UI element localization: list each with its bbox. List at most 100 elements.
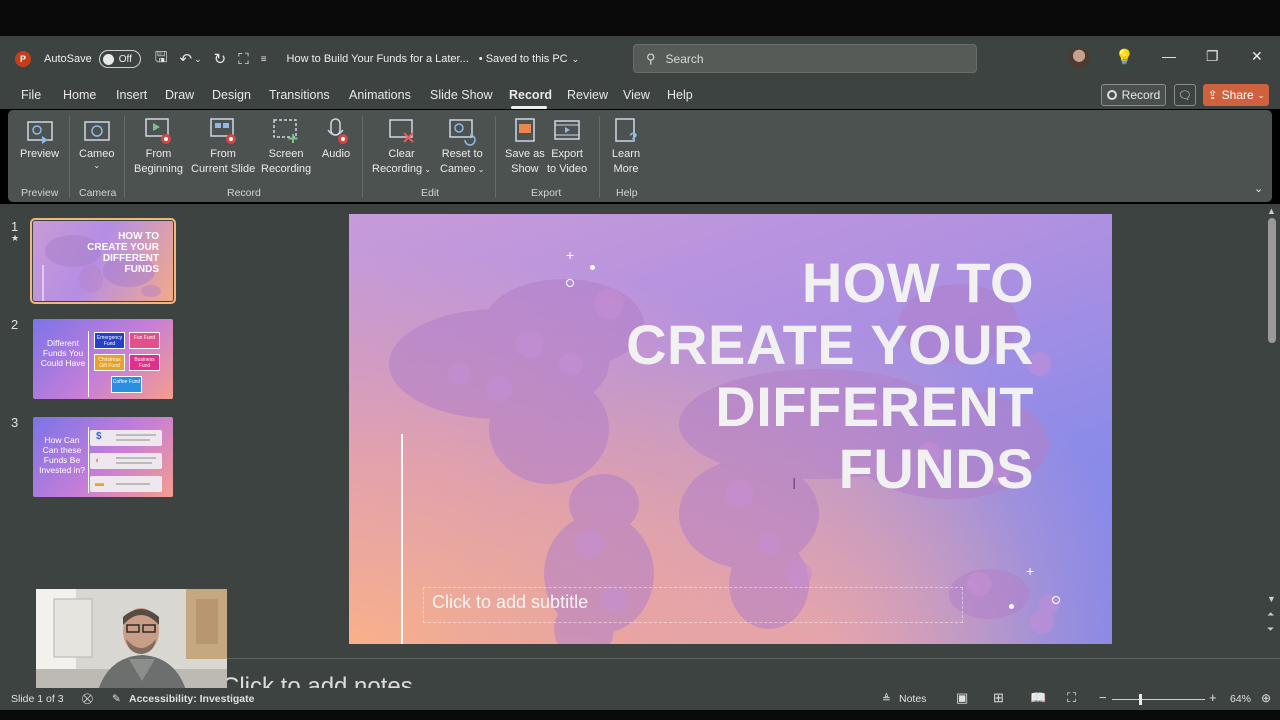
menu-transitions[interactable]: Transitions (269, 88, 330, 102)
share-button[interactable]: ⇪ Share ⌄ (1203, 84, 1269, 106)
share-label: Share (1221, 88, 1254, 102)
thumb-3-card: ▬ (90, 476, 162, 492)
normal-view-icon[interactable]: ▣ (956, 690, 968, 706)
undo-dropdown-icon[interactable]: ⌄ (194, 54, 202, 65)
next-slide-icon[interactable]: ⏷ (1267, 624, 1274, 635)
previous-slide-icon[interactable]: ⏶ (1267, 609, 1274, 620)
document-title[interactable]: How to Build Your Funds for a Later... (287, 53, 469, 65)
thumb-3-title: How Can Can these Funds Be Invested in? (39, 435, 85, 475)
menu-record[interactable]: Record (509, 88, 552, 102)
save-show-label-1: Save as (505, 148, 545, 160)
restore-icon[interactable]: ❐ (1206, 48, 1219, 65)
lightbulb-icon[interactable]: 💡 (1115, 48, 1134, 66)
active-tab-indicator (511, 106, 547, 109)
preview-label: Preview (20, 148, 60, 160)
slide-canvas[interactable]: + + HOW TO CREATE YOUR DIFFERENT FUNDS I… (349, 214, 1112, 644)
slide-title[interactable]: HOW TO CREATE YOUR DIFFERENT FUNDS (554, 252, 1034, 500)
accessibility-icon[interactable]: ✎ (112, 693, 121, 705)
slide-sorter-icon[interactable]: ⊞ (993, 690, 1004, 706)
undo-icon[interactable]: ↶ (179, 50, 192, 68)
zoom-slider[interactable] (1112, 699, 1205, 700)
group-camera-label: Camera (79, 187, 117, 199)
menu-draw[interactable]: Draw (165, 88, 194, 102)
reading-view-icon[interactable]: 📖 (1030, 690, 1046, 706)
accessibility-status[interactable]: Accessibility: Investigate (129, 693, 254, 705)
zoom-percent[interactable]: 64% (1230, 693, 1251, 705)
record-button[interactable]: Record (1101, 84, 1166, 106)
save-as-show-icon (510, 116, 540, 146)
slide-thumbnail-2[interactable]: Different Funds You Could Have Emergency… (33, 319, 173, 399)
text-cursor-icon: I (792, 476, 797, 493)
notes-toggle-label[interactable]: Notes (899, 693, 926, 705)
menu-slide-show[interactable]: Slide Show (430, 88, 493, 102)
slide-thumbnail-3[interactable]: How Can Can these Funds Be Invested in? … (33, 417, 173, 497)
share-icon: ⇪ (1207, 88, 1218, 102)
menu-insert[interactable]: Insert (116, 88, 147, 102)
thumb-3-text-line (116, 483, 150, 485)
powerpoint-app-icon: P (15, 51, 31, 67)
save-status-chevron-icon[interactable]: ⌄ (572, 54, 580, 65)
record-from-current-slide-button[interactable]: From Current Slide (191, 116, 255, 177)
minimize-icon[interactable]: — (1162, 48, 1176, 64)
redo-icon[interactable]: ↻ (214, 50, 227, 68)
zoom-slider-knob[interactable] (1139, 694, 1142, 705)
search-box[interactable]: ⚲ Search (633, 44, 977, 73)
fit-to-window-icon[interactable]: ⊕ (1261, 691, 1271, 705)
zoom-out-icon[interactable]: − (1099, 690, 1107, 705)
export-to-video-button[interactable]: Export to Video (547, 116, 587, 177)
dot-decoration (1009, 604, 1014, 609)
ribbon-collapse-icon[interactable]: ⌄ (1254, 182, 1263, 195)
notes-pane[interactable]: Click to add notes (194, 659, 1280, 688)
menu-home[interactable]: Home (63, 88, 96, 102)
autosave-state: Off (118, 53, 132, 65)
comment-icon: 🗨 (1178, 89, 1192, 102)
ribbon-separator (362, 116, 363, 198)
slideshow-view-icon[interactable]: ⛶ (1067, 690, 1076, 706)
screen-recording-button[interactable]: Screen Recording (261, 116, 311, 177)
thumb-3-text-line (116, 434, 156, 436)
svg-text:?: ? (629, 129, 638, 145)
customize-qat-icon[interactable]: ≡ (261, 54, 267, 65)
audio-button[interactable]: Audio (321, 116, 351, 162)
menu-review[interactable]: Review (567, 88, 608, 102)
save-status[interactable]: • Saved to this PC (479, 53, 568, 65)
menu-animations[interactable]: Animations (349, 88, 411, 102)
notes-toggle-icon[interactable]: ≜ (882, 693, 891, 705)
clear-rec-label-2: Recording (372, 163, 423, 175)
menu-design[interactable]: Design (212, 88, 251, 102)
clear-recording-icon (387, 116, 417, 146)
slide-counter[interactable]: Slide 1 of 3 (11, 693, 64, 705)
zoom-in-icon[interactable]: + (1209, 690, 1217, 705)
share-chevron-icon: ⌄ (1257, 90, 1265, 100)
close-icon[interactable]: ✕ (1251, 48, 1263, 65)
comments-button[interactable]: 🗨 (1174, 84, 1196, 106)
save-as-show-button[interactable]: Save as Show (505, 116, 545, 177)
clear-rec-label-1: Clear (388, 148, 415, 160)
cameo-button[interactable]: Cameo ⌄ (79, 116, 114, 170)
menu-file[interactable]: File (21, 88, 41, 102)
clear-recording-button[interactable]: Clear Recording ⌄ (372, 116, 431, 177)
slide-thumbnail-1[interactable]: HOW TO CREATE YOUR DIFFERENT FUNDS (30, 218, 176, 304)
scroll-up-icon[interactable]: ▲ (1267, 206, 1276, 216)
scrollbar-thumb[interactable] (1268, 218, 1276, 343)
thumb-2-divider (88, 331, 89, 397)
autosave-toggle[interactable]: Off (98, 50, 141, 68)
spelling-check-icon[interactable]: ⛒ (82, 693, 93, 706)
cameo-label: Cameo (79, 148, 115, 160)
group-record-label: Record (227, 187, 261, 199)
animation-star-icon: ★ (11, 233, 20, 243)
record-button-label: Record (1121, 88, 1161, 102)
cameo-dropdown-icon: ⌄ (93, 161, 101, 170)
reset-to-cameo-button[interactable]: Reset to Cameo ⌄ (440, 116, 484, 177)
account-avatar[interactable] (1068, 47, 1090, 69)
group-export-label: Export (531, 187, 562, 199)
subtitle-placeholder[interactable]: Click to add subtitle (423, 587, 963, 623)
present-icon[interactable]: ⛶ (238, 51, 249, 68)
learn-more-button[interactable]: ? Learn More (611, 116, 641, 177)
menu-view[interactable]: View (623, 88, 650, 102)
scroll-down-icon[interactable]: ▼ (1267, 594, 1276, 604)
preview-button[interactable]: Preview (20, 116, 59, 162)
save-icon[interactable]: 🖫 (155, 47, 168, 72)
menu-help[interactable]: Help (667, 88, 693, 102)
record-from-beginning-button[interactable]: From Beginning (134, 116, 183, 177)
